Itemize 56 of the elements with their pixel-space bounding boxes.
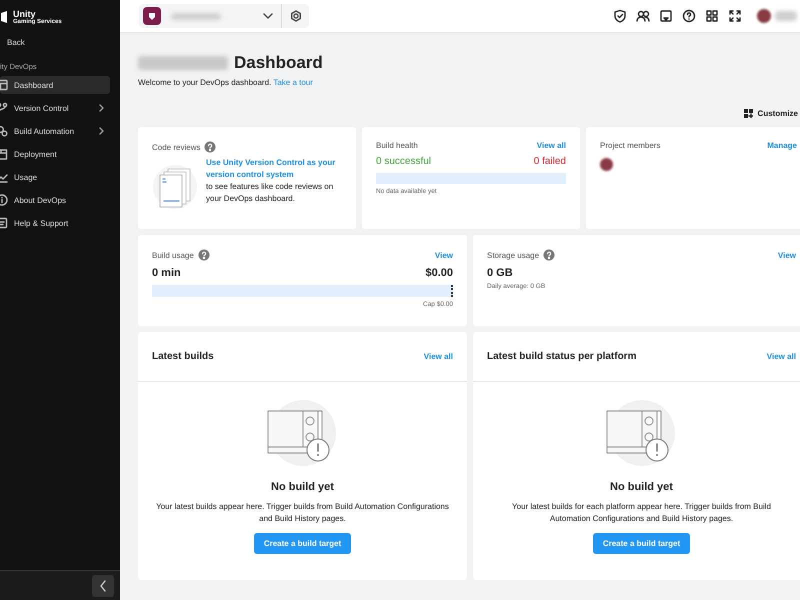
welcome-text: Welcome to your DevOps dashboard. Take a tour xyxy=(138,78,314,87)
blurred-name xyxy=(171,12,221,20)
version-control-link[interactable]: Use Unity Version Control as your version control system xyxy=(206,157,342,181)
tour-link[interactable]: Take a tour xyxy=(273,78,313,87)
card-title: Build usage xyxy=(152,250,194,260)
people-icon[interactable] xyxy=(636,9,650,23)
collapse-button[interactable] xyxy=(92,574,114,596)
chevron-down-icon xyxy=(263,13,273,19)
layout-icon xyxy=(744,108,753,118)
empty-title: No build yet xyxy=(271,481,334,493)
expand-icon[interactable] xyxy=(728,9,742,23)
code-reviews-text: Use Unity Version Control as your version control system to see features like code reviews on your DevOps dashboard. xyxy=(206,157,342,215)
cap-marker xyxy=(451,285,453,297)
settings-icon[interactable] xyxy=(290,10,302,22)
sidebar-item[interactable]: Version Control xyxy=(0,99,110,117)
view-link[interactable]: Manage xyxy=(767,141,797,150)
shield-icon[interactable] xyxy=(613,9,627,23)
card-title: Latest build status per platform xyxy=(487,351,636,362)
failed-count: 0 failed xyxy=(534,156,566,167)
empty-title: No build yet xyxy=(610,481,673,493)
blurred-name xyxy=(775,11,797,21)
avatar[interactable] xyxy=(757,9,771,23)
sidebar-item[interactable]: About DevOps xyxy=(0,191,110,209)
back-link[interactable]: Back xyxy=(0,28,120,54)
successful-count: 0 successful xyxy=(376,156,432,167)
usage-minutes: 0 min xyxy=(152,267,181,279)
grid-icon[interactable] xyxy=(705,9,719,23)
card-title: Storage usage xyxy=(487,250,540,260)
create-target-button[interactable]: Create a build target xyxy=(254,533,352,554)
project-picker[interactable] xyxy=(139,4,309,28)
card-title: Code reviews xyxy=(152,142,200,152)
sidebar-item[interactable]: Deployment xyxy=(0,145,110,163)
brand-title: Unity xyxy=(13,9,36,19)
view-link[interactable]: View xyxy=(778,250,796,260)
member-avatar[interactable] xyxy=(600,158,613,171)
chevron-left-icon xyxy=(99,580,107,592)
sidebar-item[interactable]: Build Automation xyxy=(0,122,110,140)
card-title: Latest builds xyxy=(152,351,214,362)
sidebar-item[interactable]: Dashboard xyxy=(0,76,110,94)
customize-button[interactable]: Customize xyxy=(744,105,798,121)
page-title: Dashboard xyxy=(234,53,323,73)
create-target-button[interactable]: Create a build target xyxy=(592,533,690,554)
view-link[interactable]: View all xyxy=(536,141,566,150)
card-title: Build health xyxy=(376,141,418,150)
card-title: Project members xyxy=(600,141,660,150)
storage-amount: 0 GB xyxy=(487,267,514,279)
sidebar-item[interactable]: Usage xyxy=(0,168,110,186)
inbox-icon[interactable] xyxy=(659,9,673,23)
empty-text: Your latest builds for each platform appear here. Trigger builds from Build Automation Configurations and Build History pages. xyxy=(511,501,772,525)
usage-cost: $0.00 xyxy=(425,267,453,279)
empty-text: Your latest builds appear here. Trigger builds from Build Automation Configurations and Build History pages. xyxy=(155,501,450,525)
sidebar-item[interactable]: Help & Support xyxy=(0,214,110,232)
view-link[interactable]: View all xyxy=(766,352,796,361)
view-link[interactable]: View all xyxy=(424,352,453,361)
view-link[interactable]: View xyxy=(434,250,453,260)
project-logo-icon xyxy=(143,7,161,25)
